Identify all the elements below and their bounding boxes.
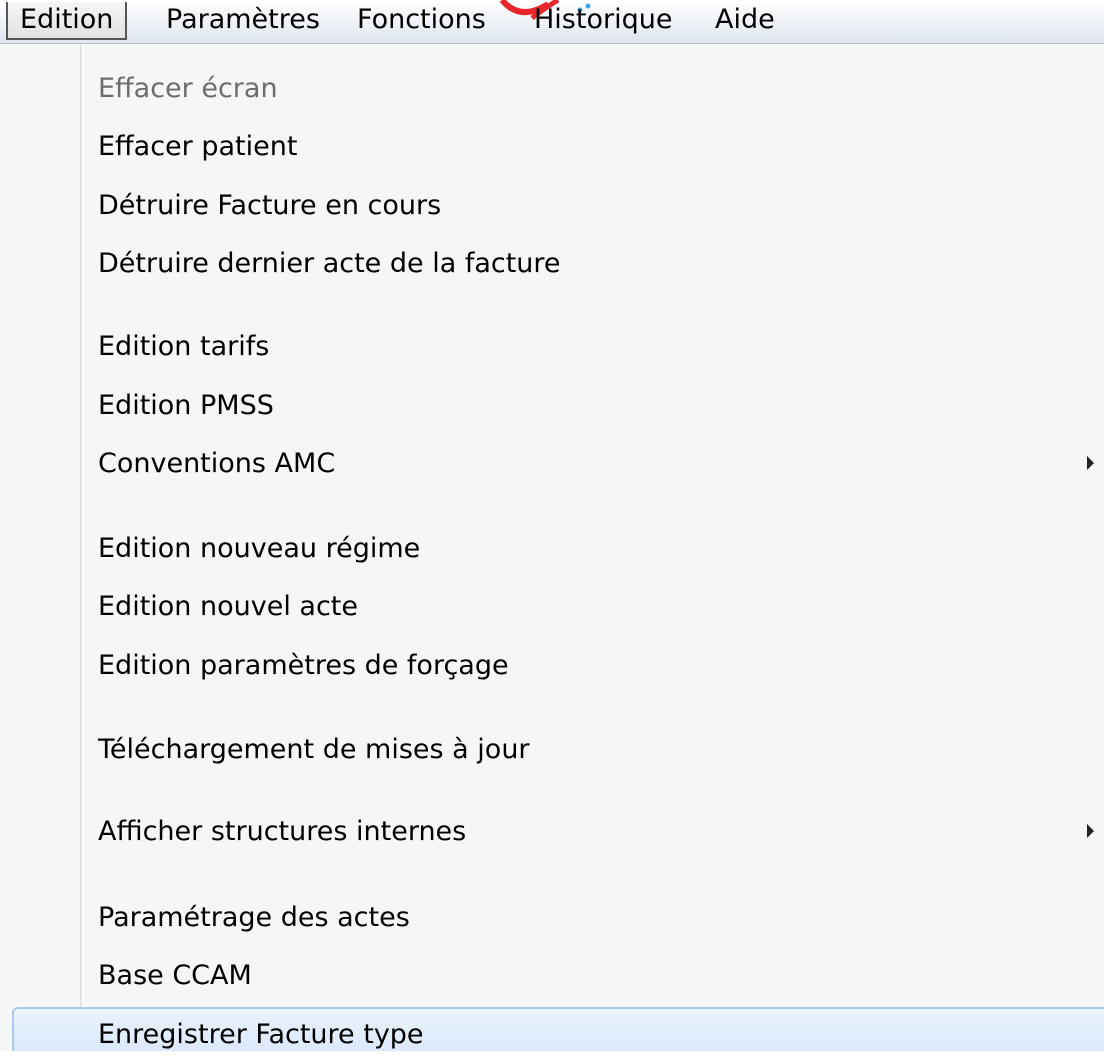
menu-item-base-ccam[interactable]: Base CCAM	[12, 948, 1104, 1004]
menu-parametres[interactable]: Paramètres	[154, 2, 332, 40]
menu-item-conventions-amc[interactable]: Conventions AMC	[12, 436, 1104, 492]
menu-item-parametres-forcage[interactable]: Edition paramètres de forçage	[12, 638, 1104, 694]
menu-item-detruire-dernier-acte[interactable]: Détruire dernier acte de la facture	[12, 236, 1104, 292]
menu-item-structures-internes[interactable]: Afficher structures internes	[12, 804, 1104, 860]
chevron-right-icon	[1087, 824, 1094, 838]
edition-dropdown-menu: Effacer écran Effacer patient Détruire F…	[0, 44, 1104, 1051]
menu-fonctions[interactable]: Fonctions	[345, 2, 498, 40]
menu-edition[interactable]: Edition	[6, 2, 128, 40]
menu-item-nouvel-acte[interactable]: Edition nouvel acte	[12, 579, 1104, 635]
menu-item-effacer-patient[interactable]: Effacer patient	[12, 119, 1104, 175]
menu-item-effacer-ecran: Effacer écran	[98, 73, 278, 104]
menu-item-detruire-facture[interactable]: Détruire Facture en cours	[12, 178, 1104, 234]
menu-item-nouveau-regime[interactable]: Edition nouveau régime	[12, 521, 1104, 577]
chevron-right-icon	[1087, 456, 1094, 470]
menu-bar: Edition Paramètres Fonctions Historique …	[0, 0, 1104, 44]
menu-item-parametrage-actes[interactable]: Paramétrage des actes	[12, 890, 1104, 946]
menu-aide[interactable]: Aide	[703, 2, 787, 40]
menu-historique[interactable]: Historique	[522, 2, 684, 40]
menu-item-telechargement-maj[interactable]: Téléchargement de mises à jour	[12, 722, 1104, 778]
menu-item-edition-tarifs[interactable]: Edition tarifs	[12, 319, 1104, 375]
menu-item-enregistrer-facture-type[interactable]: Enregistrer Facture type	[12, 1007, 1104, 1051]
menu-item-edition-pmss[interactable]: Edition PMSS	[12, 378, 1104, 434]
